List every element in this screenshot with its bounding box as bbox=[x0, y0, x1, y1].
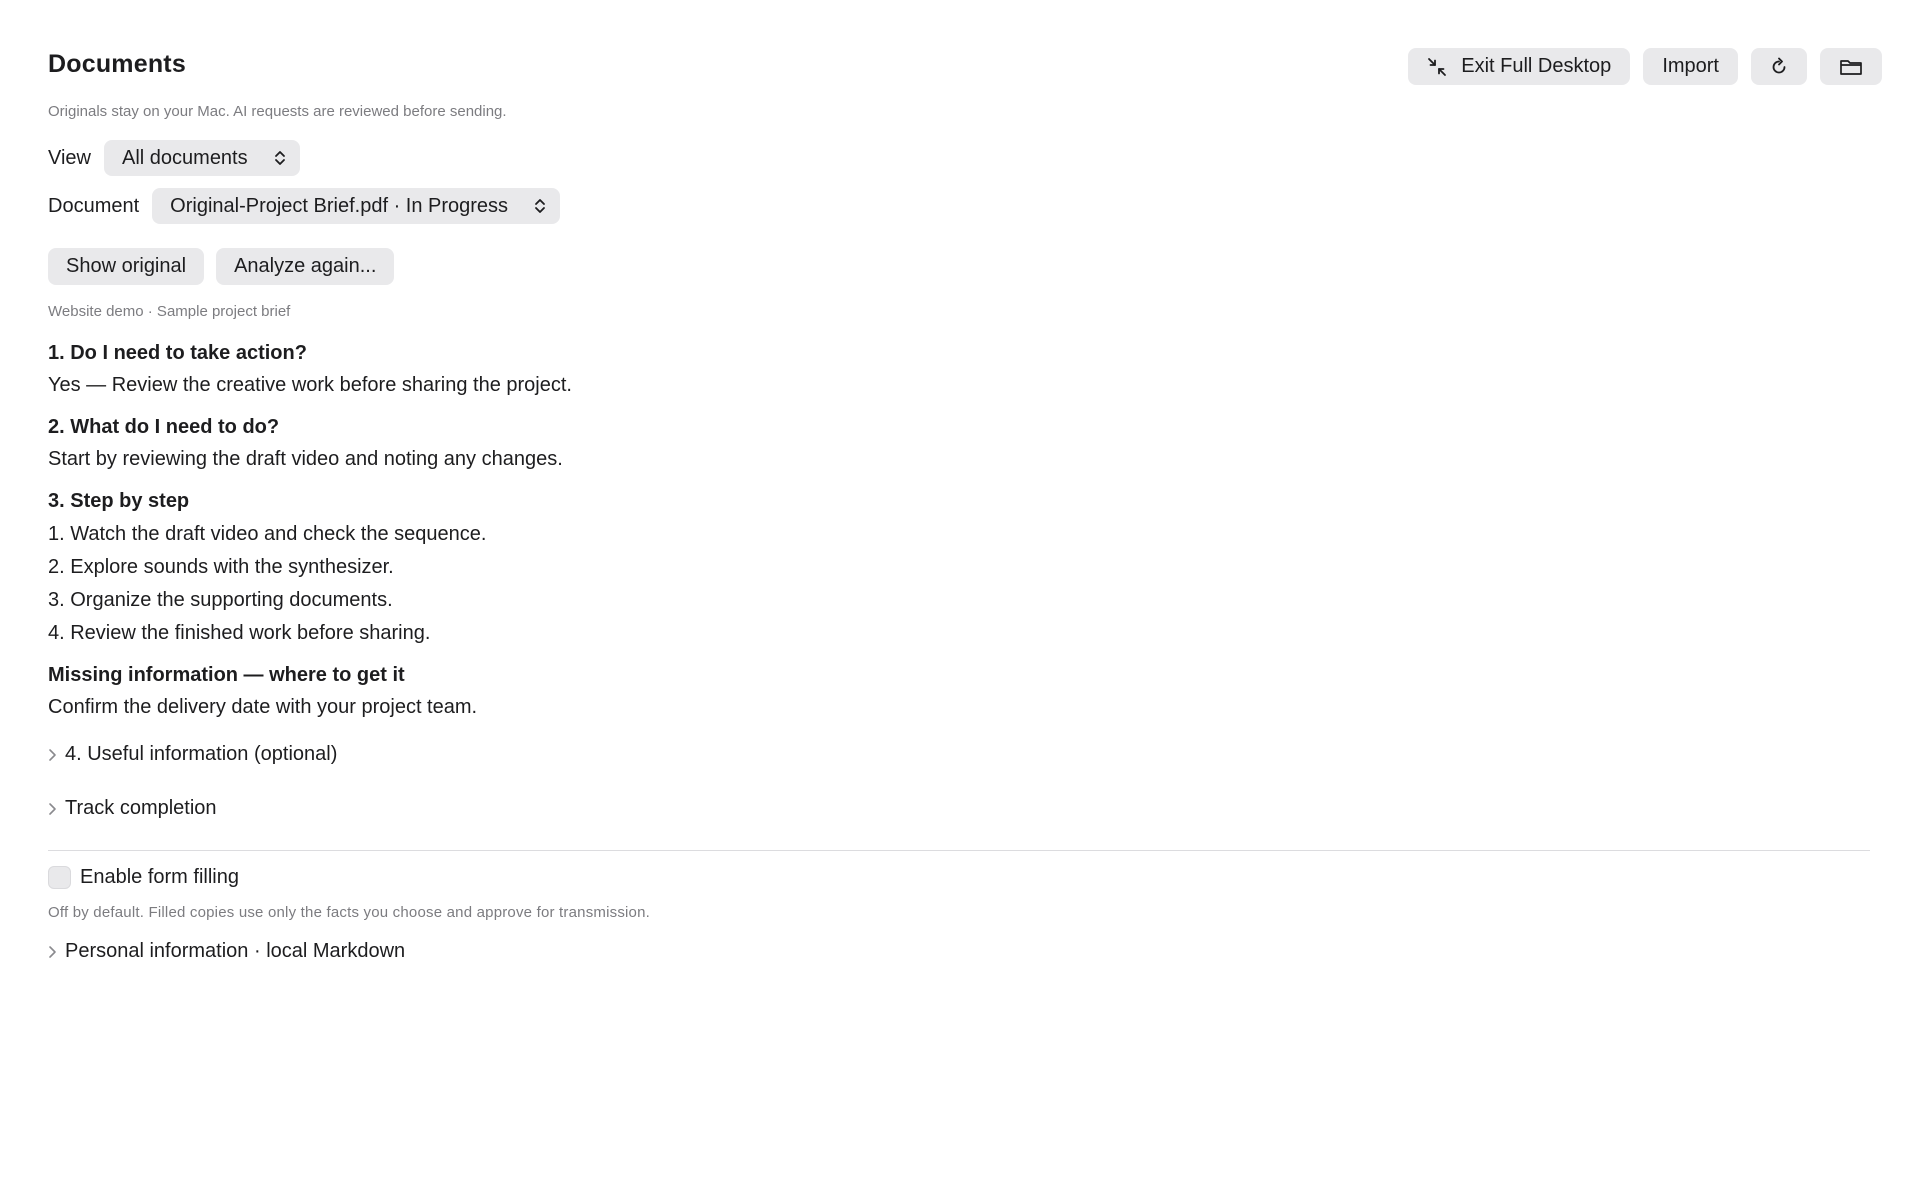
document-label: Document bbox=[48, 194, 140, 217]
personal-info-disclosure[interactable]: Personal information · local Markdown bbox=[48, 940, 405, 963]
up-down-chevron-icon bbox=[274, 149, 286, 167]
list-item: 4. Review the finished work before shari… bbox=[48, 622, 431, 644]
exit-full-desktop-button[interactable]: Exit Full Desktop bbox=[1408, 48, 1631, 85]
section-heading: 3. Step by step bbox=[48, 490, 190, 512]
form-filling-label: Enable form filling bbox=[80, 866, 239, 888]
section-text: Yes — Review the creative work before sh… bbox=[48, 374, 572, 396]
divider bbox=[48, 850, 1870, 851]
page-title: Documents bbox=[48, 50, 186, 78]
section-heading: 1. Do I need to take action? bbox=[48, 342, 307, 364]
section-text: Start by reviewing the draft video and n… bbox=[48, 448, 563, 470]
view-select[interactable]: All documents bbox=[104, 140, 300, 176]
document-select[interactable]: Original-Project Brief.pdf · In Progress bbox=[152, 188, 561, 224]
section-heading: 2. What do I need to do? bbox=[48, 416, 280, 438]
disclosure-label: 4. Useful information (optional) bbox=[65, 743, 338, 765]
view-row: View All documents bbox=[48, 140, 300, 176]
view-selected-value: All documents bbox=[122, 146, 248, 169]
todo-section: 2. What do I need to do? Start by review… bbox=[48, 414, 1048, 472]
steps-section: 3. Step by step 1. Watch the draft video… bbox=[48, 488, 1048, 646]
track-completion-disclosure[interactable]: Track completion bbox=[48, 797, 217, 820]
disclosure-label: Track completion bbox=[65, 797, 217, 819]
action-section: 1. Do I need to take action? Yes — Revie… bbox=[48, 340, 1048, 398]
document-meta: Website demo · Sample project brief bbox=[48, 303, 291, 320]
toolbar: Exit Full Desktop Import bbox=[1408, 48, 1882, 85]
document-actions: Show original Analyze again... bbox=[48, 248, 395, 285]
exit-full-desktop-label: Exit Full Desktop bbox=[1461, 55, 1612, 77]
section-text: Confirm the delivery date with your proj… bbox=[48, 696, 478, 718]
form-filling-note: Off by default. Filled copies use only t… bbox=[48, 904, 651, 921]
form-filling-toggle-row[interactable]: Enable form filling bbox=[48, 866, 239, 889]
form-filling-checkbox[interactable] bbox=[48, 866, 71, 889]
list-item: 1. Watch the draft video and check the s… bbox=[48, 523, 487, 545]
refresh-button[interactable] bbox=[1751, 48, 1807, 85]
folder-icon bbox=[1839, 57, 1863, 77]
open-folder-button[interactable] bbox=[1820, 48, 1882, 85]
collapse-arrows-icon bbox=[1427, 57, 1447, 77]
page-subtitle: Originals stay on your Mac. AI requests … bbox=[48, 103, 507, 120]
documents-page: Documents Exit Full Desktop Import Origi… bbox=[0, 0, 1920, 1200]
useful-info-disclosure[interactable]: 4. Useful information (optional) bbox=[48, 743, 337, 766]
document-selected-value: Original-Project Brief.pdf · In Progress bbox=[170, 194, 509, 217]
section-heading: Missing information — where to get it bbox=[48, 664, 405, 686]
chevron-right-icon bbox=[48, 945, 65, 959]
import-button[interactable]: Import bbox=[1643, 48, 1738, 85]
missing-info-section: Missing information — where to get it Co… bbox=[48, 662, 1048, 720]
up-down-chevron-icon bbox=[534, 197, 546, 215]
list-item: 3. Organize the supporting documents. bbox=[48, 589, 393, 611]
chevron-right-icon bbox=[48, 802, 65, 816]
show-original-button[interactable]: Show original bbox=[48, 248, 205, 285]
document-row: Document Original-Project Brief.pdf · In… bbox=[48, 188, 561, 224]
view-label: View bbox=[48, 146, 91, 169]
analysis-content: 1. Do I need to take action? Yes — Revie… bbox=[48, 340, 1048, 736]
disclosure-label: Personal information · local Markdown bbox=[65, 940, 406, 962]
analyze-again-button[interactable]: Analyze again... bbox=[216, 248, 395, 285]
refresh-icon bbox=[1769, 57, 1789, 77]
list-item: 2. Explore sounds with the synthesizer. bbox=[48, 556, 394, 578]
chevron-right-icon bbox=[48, 748, 65, 762]
